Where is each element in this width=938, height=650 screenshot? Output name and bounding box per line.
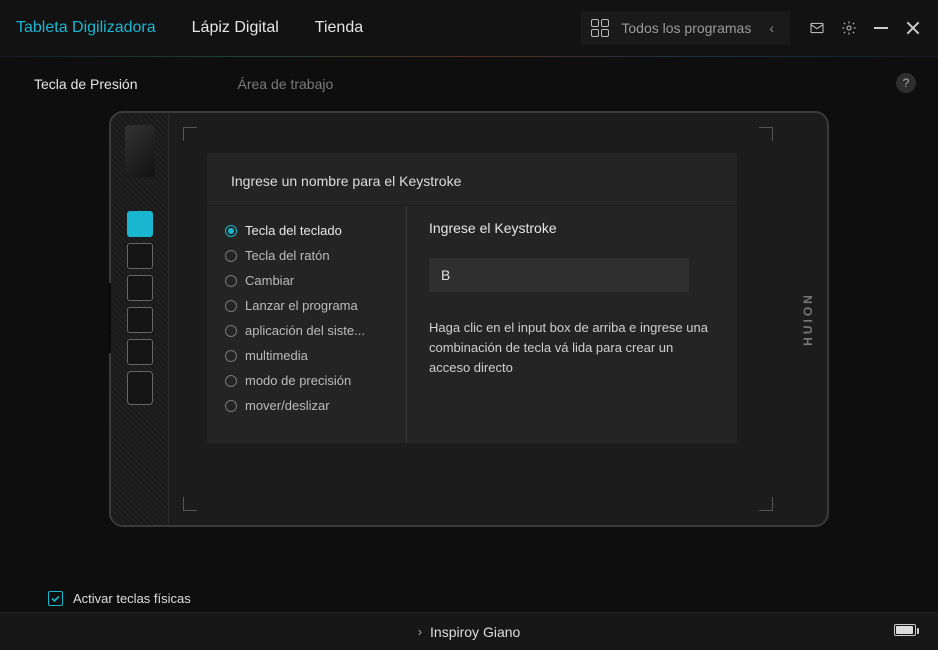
- option-system-app[interactable]: aplicación del siste...: [225, 318, 400, 343]
- option-launch-program[interactable]: Lanzar el programa: [225, 293, 400, 318]
- device-name[interactable]: Inspiroy Giano: [430, 624, 520, 640]
- panel-title: Ingrese un nombre para el Keystroke: [207, 153, 737, 205]
- sub-tabs: Tecla de Presión Área de trabajo ?: [0, 57, 938, 111]
- keystroke-input[interactable]: [429, 258, 689, 292]
- minimize-button[interactable]: [872, 19, 890, 37]
- express-keys-column: [111, 113, 169, 525]
- option-move-slide[interactable]: mover/deslizar: [225, 393, 400, 418]
- program-selector-label: Todos los programas: [621, 20, 751, 36]
- below-device-row: Activar teclas físicas: [0, 577, 938, 612]
- corner-marker: [183, 497, 197, 511]
- option-detail: Ingrese el Keystroke Haga clic en el inp…: [407, 206, 737, 443]
- option-label: modo de precisión: [245, 373, 351, 388]
- tab-store[interactable]: Tienda: [315, 19, 363, 37]
- options-list: Tecla del teclado Tecla del ratón Cambia…: [207, 206, 407, 443]
- keystroke-hint: Haga clic en el input box de arriba e in…: [429, 318, 709, 378]
- gear-icon[interactable]: [840, 19, 858, 37]
- option-label: aplicación del siste...: [245, 323, 365, 338]
- enable-hardkeys-label: Activar teclas físicas: [73, 591, 191, 606]
- dial-control[interactable]: [125, 125, 155, 177]
- app-header: Tableta Digilizadora Lápiz Digital Tiend…: [0, 0, 938, 56]
- program-selector[interactable]: Todos los programas ‹: [581, 11, 790, 45]
- radio-icon: [225, 300, 237, 312]
- express-key-4[interactable]: [127, 307, 153, 333]
- radio-icon: [225, 375, 237, 387]
- radio-icon: [225, 275, 237, 287]
- express-key-2[interactable]: [127, 243, 153, 269]
- express-key-3[interactable]: [127, 275, 153, 301]
- express-key-1[interactable]: [127, 211, 153, 237]
- detail-title: Ingrese el Keystroke: [429, 220, 715, 236]
- option-mouse-key[interactable]: Tecla del ratón: [225, 243, 400, 268]
- close-button[interactable]: [904, 19, 922, 37]
- option-label: Cambiar: [245, 273, 294, 288]
- subtab-work-area[interactable]: Área de trabajo: [238, 76, 334, 92]
- tab-pen[interactable]: Lápiz Digital: [192, 19, 279, 37]
- option-label: multimedia: [245, 348, 308, 363]
- radio-icon: [225, 250, 237, 262]
- device-screen: Ingrese un nombre para el Keystroke Tecl…: [169, 113, 827, 525]
- option-keyboard-key[interactable]: Tecla del teclado: [225, 218, 400, 243]
- battery-icon: [894, 624, 916, 636]
- option-label: Lanzar el programa: [245, 298, 358, 313]
- express-key-5[interactable]: [127, 339, 153, 365]
- device-frame: HUION Ingrese un nombre para el Keystrok…: [109, 111, 829, 527]
- device-notch: [108, 283, 111, 353]
- main-area: HUION Ingrese un nombre para el Keystrok…: [0, 111, 938, 577]
- radio-icon: [225, 400, 237, 412]
- radio-icon: [225, 350, 237, 362]
- apps-grid-icon: [591, 19, 609, 37]
- corner-marker: [183, 127, 197, 141]
- option-switch[interactable]: Cambiar: [225, 268, 400, 293]
- panel-body: Tecla del teclado Tecla del ratón Cambia…: [207, 205, 737, 443]
- radio-icon: [225, 325, 237, 337]
- option-precision-mode[interactable]: modo de precisión: [225, 368, 400, 393]
- corner-marker: [759, 127, 773, 141]
- radio-icon: [225, 225, 237, 237]
- express-key-6[interactable]: [127, 371, 153, 405]
- enable-hardkeys-checkbox[interactable]: [48, 591, 63, 606]
- option-label: Tecla del ratón: [245, 248, 330, 263]
- option-label: Tecla del teclado: [245, 223, 342, 238]
- subtab-press-key[interactable]: Tecla de Presión: [34, 76, 138, 92]
- option-label: mover/deslizar: [245, 398, 330, 413]
- chevron-left-icon[interactable]: ‹: [763, 20, 780, 36]
- tab-tablet[interactable]: Tableta Digilizadora: [16, 19, 156, 37]
- keystroke-panel: Ingrese un nombre para el Keystroke Tecl…: [207, 153, 737, 443]
- footer: › Inspiroy Giano: [0, 612, 938, 650]
- mail-icon[interactable]: [808, 19, 826, 37]
- help-button[interactable]: ?: [896, 73, 916, 93]
- chevron-right-icon[interactable]: ›: [418, 624, 422, 639]
- corner-marker: [759, 497, 773, 511]
- option-multimedia[interactable]: multimedia: [225, 343, 400, 368]
- main-tabs: Tableta Digilizadora Lápiz Digital Tiend…: [16, 19, 363, 37]
- window-controls: [808, 19, 922, 37]
